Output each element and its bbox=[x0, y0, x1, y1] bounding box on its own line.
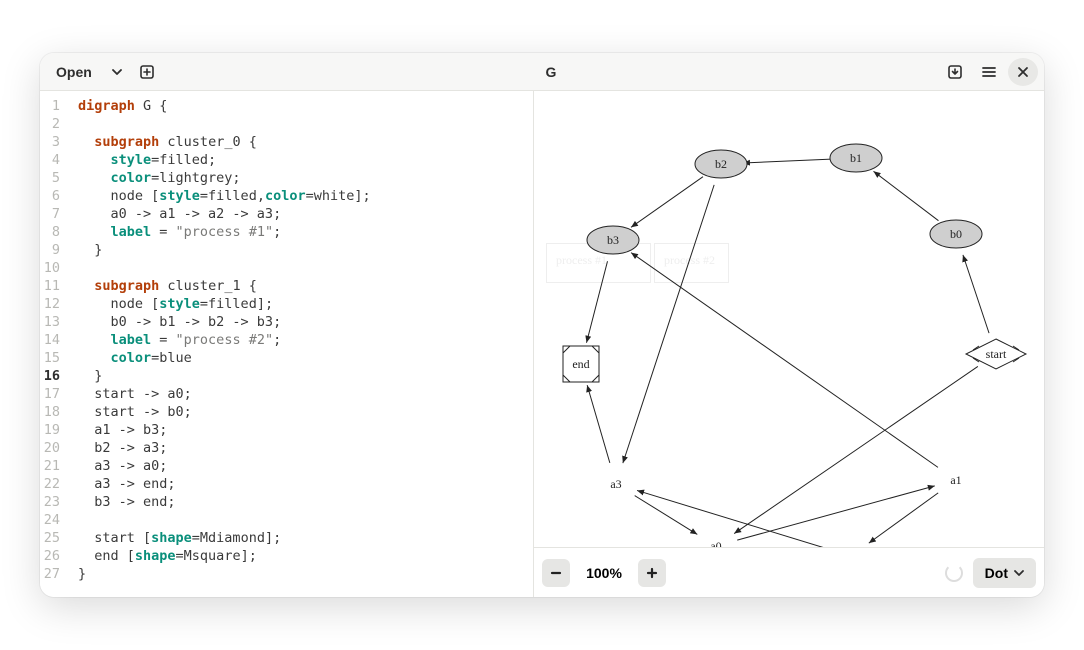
menu-button[interactable] bbox=[974, 58, 1004, 86]
chevron-down-icon bbox=[1014, 568, 1024, 578]
graph-edge-a2-a3 bbox=[637, 490, 830, 547]
zoom-level-label: 100% bbox=[580, 565, 628, 581]
code-area[interactable]: digraph G { subgraph cluster_0 { style=f… bbox=[68, 91, 533, 597]
graph-edge-a3-end bbox=[587, 385, 610, 463]
graph-edge-start-b0 bbox=[963, 255, 989, 333]
graph-edge-b2-a3 bbox=[623, 185, 714, 463]
graph-edge-a3-a0 bbox=[635, 496, 698, 535]
svg-text:a0: a0 bbox=[710, 539, 721, 547]
graph-edge-b3-end bbox=[586, 261, 607, 342]
graph-node-b0[interactable]: b0 bbox=[930, 220, 982, 248]
svg-text:a1: a1 bbox=[950, 473, 961, 487]
graph-edge-a0-a1 bbox=[737, 486, 935, 540]
header-right bbox=[940, 58, 1038, 86]
graph-node-a0[interactable]: a0 bbox=[710, 539, 721, 547]
svg-text:b1: b1 bbox=[850, 151, 862, 165]
svg-text:b0: b0 bbox=[950, 227, 962, 241]
new-tab-button[interactable] bbox=[132, 58, 162, 86]
graph-node-end[interactable]: end bbox=[563, 346, 599, 382]
engine-label: Dot bbox=[985, 565, 1008, 581]
zoom-in-button[interactable] bbox=[638, 559, 666, 587]
minus-icon bbox=[550, 567, 562, 579]
graph-node-b2[interactable]: b2 bbox=[695, 150, 747, 178]
line-gutter: 1234567891011121314151617181920212223242… bbox=[40, 91, 68, 597]
chevron-down-icon bbox=[112, 67, 122, 77]
svg-text:start: start bbox=[986, 347, 1007, 361]
open-button[interactable]: Open bbox=[46, 58, 102, 86]
close-button[interactable] bbox=[1008, 58, 1038, 86]
graph-node-b1[interactable]: b1 bbox=[830, 144, 882, 172]
svg-text:end: end bbox=[572, 357, 589, 371]
graph-canvas[interactable]: process #1 process #2 startenda0a1a2a3b0… bbox=[534, 91, 1044, 547]
graph-edge-a1-a2 bbox=[869, 493, 938, 543]
code-editor[interactable]: 1234567891011121314151617181920212223242… bbox=[40, 91, 534, 597]
graph-edge-b1-b2 bbox=[743, 159, 834, 163]
graph-node-a1[interactable]: a1 bbox=[950, 473, 961, 487]
open-dropdown-button[interactable] bbox=[108, 58, 126, 86]
graph-edge-b2-b3 bbox=[631, 177, 703, 228]
zoom-out-button[interactable] bbox=[542, 559, 570, 587]
plus-icon bbox=[646, 567, 658, 579]
engine-select-button[interactable]: Dot bbox=[973, 558, 1036, 588]
svg-text:a3: a3 bbox=[610, 477, 621, 491]
graph-svg: startenda0a1a2a3b0b1b2b3 bbox=[534, 91, 1044, 547]
close-icon bbox=[1017, 66, 1029, 78]
graph-node-a3[interactable]: a3 bbox=[610, 477, 621, 491]
new-tab-icon bbox=[139, 64, 155, 80]
graph-edge-a1-b3 bbox=[631, 253, 938, 468]
zoom-bar: 100% Dot bbox=[534, 547, 1044, 597]
content-split: 1234567891011121314151617181920212223242… bbox=[40, 91, 1044, 597]
graph-edge-b0-b1 bbox=[874, 171, 939, 220]
header-bar: Open G bbox=[40, 53, 1044, 91]
svg-text:b3: b3 bbox=[607, 233, 619, 247]
graph-viewer: process #1 process #2 startenda0a1a2a3b0… bbox=[534, 91, 1044, 597]
graph-node-start[interactable]: start bbox=[966, 339, 1026, 369]
render-spinner-icon bbox=[945, 564, 963, 582]
save-button[interactable] bbox=[940, 58, 970, 86]
svg-text:b2: b2 bbox=[715, 157, 727, 171]
save-icon bbox=[947, 64, 963, 80]
graph-node-b3[interactable]: b3 bbox=[587, 226, 639, 254]
window-title: G bbox=[168, 64, 934, 80]
graph-edge-start-a0 bbox=[734, 366, 978, 533]
hamburger-icon bbox=[981, 64, 997, 80]
app-window: Open G 123456789101112131415161718192021… bbox=[40, 53, 1044, 597]
